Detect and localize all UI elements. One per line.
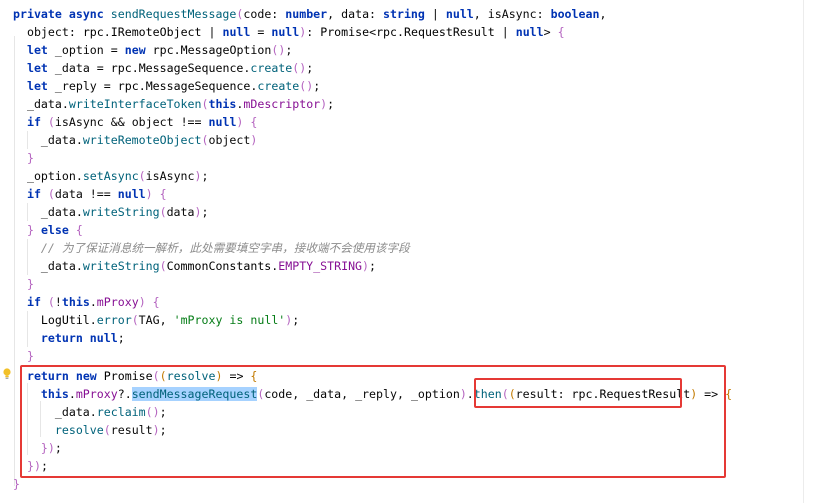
code-line[interactable]: } <box>13 475 20 493</box>
code-line[interactable]: if (!this.mProxy) { <box>13 293 160 311</box>
code-line[interactable]: if (data !== null) { <box>13 185 167 203</box>
code-line[interactable]: let _data = rpc.MessageSequence.create()… <box>13 59 313 77</box>
code-line[interactable]: let _option = new rpc.MessageOption(); <box>13 41 292 59</box>
code-editor[interactable]: private async sendRequestMessage(code: n… <box>0 0 820 503</box>
code-line[interactable]: } <box>13 347 34 365</box>
code-line[interactable]: } <box>13 275 34 293</box>
code-line[interactable]: _data.writeString(data); <box>13 203 209 221</box>
code-line[interactable]: _data.writeRemoteObject(object) <box>13 131 257 149</box>
code-line[interactable]: _data.writeString(CommonConstants.EMPTY_… <box>13 257 376 275</box>
code-line[interactable]: _option.setAsync(isAsync); <box>13 167 209 185</box>
code-line[interactable]: } <box>13 149 34 167</box>
annotation-box-result-param <box>474 378 682 408</box>
code-line[interactable]: LogUtil.error(TAG, 'mProxy is null'); <box>13 311 299 329</box>
code-line[interactable]: // 为了保证消息统一解析，此处需要填空字串，接收端不会使用该字段 <box>13 239 410 257</box>
code-line[interactable]: object: rpc.IRemoteObject | null = null)… <box>13 23 565 41</box>
code-line[interactable]: if (isAsync && object !== null) { <box>13 113 257 131</box>
code-line[interactable]: } else { <box>13 221 83 239</box>
code-line[interactable]: return null; <box>13 329 125 347</box>
editor-right-margin <box>803 0 804 503</box>
code-line[interactable]: let _reply = rpc.MessageSequence.create(… <box>13 77 320 95</box>
code-line[interactable]: _data.writeInterfaceToken(this.mDescript… <box>13 95 334 113</box>
code-line[interactable]: private async sendRequestMessage(code: n… <box>13 5 606 23</box>
lightbulb-icon[interactable] <box>3 368 11 380</box>
